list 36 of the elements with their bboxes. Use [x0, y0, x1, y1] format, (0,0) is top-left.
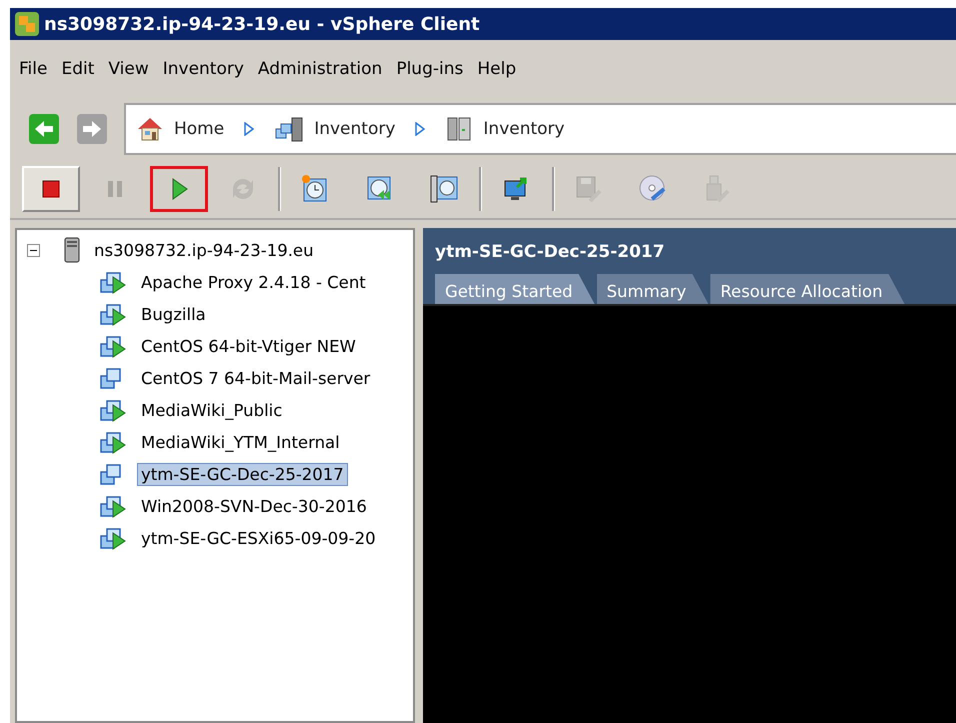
- collapse-toggle[interactable]: [27, 244, 40, 256]
- breadcrumb-link[interactable]: Inventory: [483, 119, 565, 139]
- stop-button[interactable]: [22, 166, 80, 212]
- menu-item[interactable]: View: [101, 56, 156, 82]
- menu-item[interactable]: File: [12, 56, 54, 82]
- menu-item[interactable]: Inventory: [156, 56, 251, 82]
- tree-item[interactable]: ytm-SE-GC-ESXi65-09-09-20: [137, 526, 380, 550]
- inventory-icon: [274, 115, 304, 143]
- tree-item[interactable]: CentOS 64-bit-Vtiger NEW: [137, 334, 360, 358]
- menu-item[interactable]: Administration: [250, 56, 390, 82]
- tree-item[interactable]: Apache Proxy 2.4.18 - Cent: [137, 270, 370, 294]
- chevron-icon: [244, 122, 254, 136]
- menu-item[interactable]: Help: [470, 56, 524, 82]
- clock-icon: [428, 173, 460, 205]
- tree-item[interactable]: Win2008-SVN-Dec-30-2016: [137, 494, 371, 518]
- tab[interactable]: Summary: [596, 274, 708, 304]
- tree-item[interactable]: Bugzilla: [137, 302, 210, 326]
- menu-item[interactable]: Plug-ins: [389, 56, 470, 82]
- tree-item[interactable]: ytm-SE-GC-Dec-25-2017: [137, 462, 348, 486]
- tab[interactable]: Resource Allocation: [710, 274, 905, 304]
- tree-item[interactable]: ns3098732.ip-94-23-19.eu: [90, 238, 318, 262]
- breadcrumb-link[interactable]: Home: [174, 119, 224, 139]
- tree-item[interactable]: MediaWiki_YTM_Internal: [137, 430, 344, 454]
- breadcrumb-link[interactable]: Inventory: [314, 119, 396, 139]
- server-icon: [64, 237, 80, 263]
- tree-item[interactable]: CentOS 7 64-bit-Mail-server: [137, 366, 374, 390]
- menu-item[interactable]: Edit: [54, 56, 102, 82]
- window-title: ns3098732.ip-94-23-19.eu - vSphere Client: [44, 14, 480, 34]
- app-logo-icon: [14, 11, 40, 37]
- tree-item[interactable]: MediaWiki_Public: [137, 398, 286, 422]
- chevron-icon: [415, 122, 426, 136]
- server-icon: [445, 115, 474, 143]
- back-button[interactable]: [28, 113, 60, 145]
- panel-title: ytm-SE-GC-Dec-25-2017: [435, 242, 666, 262]
- home-icon: [136, 115, 164, 143]
- play-button[interactable]: [150, 166, 208, 212]
